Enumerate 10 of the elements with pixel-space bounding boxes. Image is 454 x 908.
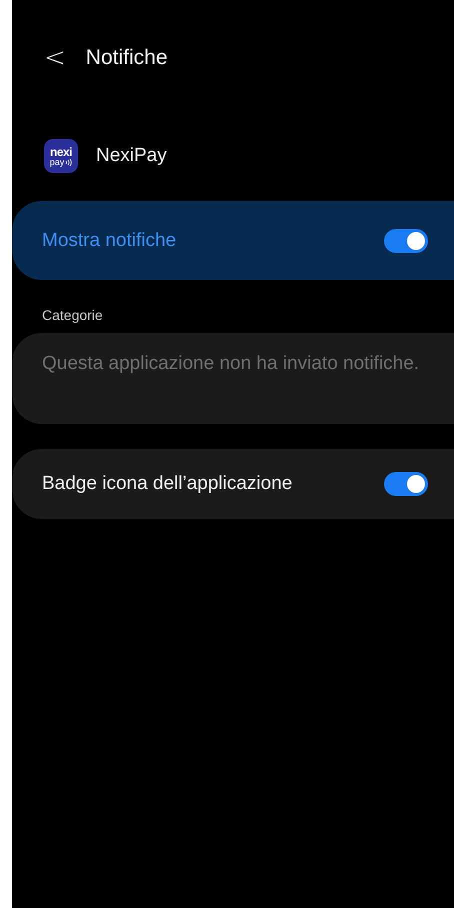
- toggle-switch[interactable]: [384, 228, 428, 252]
- app-name: NexiPay: [96, 145, 167, 167]
- setting-row[interactable]: Badge icona dell’applicazione: [12, 449, 454, 519]
- screen-title: Notifiche: [86, 46, 168, 70]
- empty-message: Questa applicazione non ha inviato notifiche.: [42, 353, 420, 374]
- back-button[interactable]: <: [44, 43, 66, 73]
- section-heading: Categorie: [42, 307, 104, 323]
- app-logo: nexi pay: [44, 139, 78, 173]
- show-notifications-row[interactable]: Mostra notifiche: [12, 201, 454, 280]
- toggle-switch[interactable]: [384, 472, 428, 496]
